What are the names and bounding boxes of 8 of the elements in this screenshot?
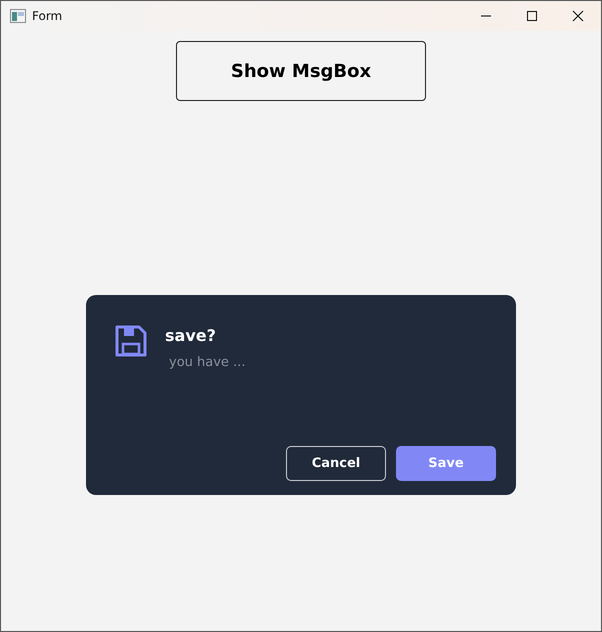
maximize-icon[interactable] [526,10,538,22]
show-msgbox-button[interactable]: Show MsgBox [176,41,426,101]
cancel-button[interactable]: Cancel [286,446,386,481]
close-icon[interactable] [572,10,584,22]
app-icon [10,9,26,23]
dialog-title: save? [165,326,217,345]
window-title: Form [32,9,62,23]
dialog-message: you have ... [169,355,246,370]
